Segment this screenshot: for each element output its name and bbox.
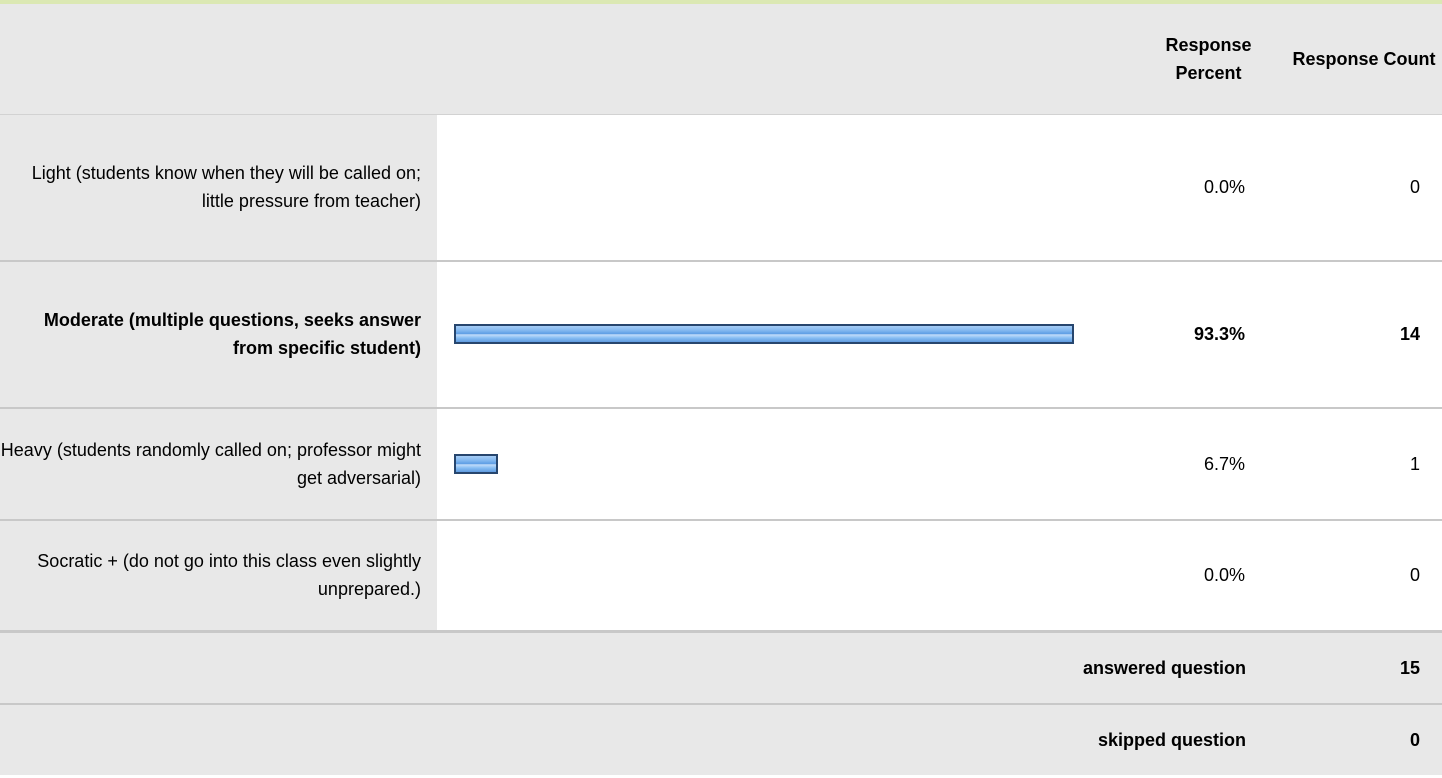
answer-row: Moderate (multiple questions, seeks answ… — [0, 259, 1442, 408]
response-percent-header: Response Percent — [1143, 4, 1286, 115]
table-header-row: Response Percent Response Count — [0, 4, 1442, 115]
skipped-question-label: skipped question — [0, 703, 1286, 775]
answer-percent: 0.0% — [1143, 518, 1286, 632]
answered-question-label: answered question — [0, 630, 1286, 704]
answer-count: 1 — [1286, 406, 1442, 520]
answer-row: Socratic + (do not go into this class ev… — [0, 518, 1442, 632]
answer-label: Socratic + (do not go into this class ev… — [0, 518, 437, 632]
answered-question-count: 15 — [1286, 630, 1442, 704]
results-table: Response Percent Response Count Light (s… — [0, 4, 1442, 775]
answer-count: 0 — [1286, 518, 1442, 632]
answer-percent: 0.0% — [1143, 114, 1286, 261]
answer-label: Moderate (multiple questions, seeks answ… — [0, 259, 437, 408]
skipped-question-count: 0 — [1286, 703, 1442, 775]
answer-label: Heavy (students randomly called on; prof… — [0, 406, 437, 520]
answer-count: 0 — [1286, 114, 1442, 261]
skipped-summary-row: skipped question 0 — [0, 703, 1442, 775]
response-bar — [454, 453, 498, 474]
answer-row: Light (students know when they will be c… — [0, 114, 1442, 261]
answer-row: Heavy (students randomly called on; prof… — [0, 406, 1442, 520]
survey-results-panel: Response Percent Response Count Light (s… — [0, 4, 1442, 775]
bar-cell — [437, 259, 1143, 408]
answer-percent: 6.7% — [1143, 406, 1286, 520]
bar-cell — [437, 114, 1143, 261]
answer-count: 14 — [1286, 259, 1442, 408]
answer-label: Light (students know when they will be c… — [0, 114, 437, 261]
bar-cell — [437, 406, 1143, 520]
bar-cell — [437, 518, 1143, 632]
response-bar — [454, 324, 1074, 344]
answered-summary-row: answered question 15 — [0, 630, 1442, 704]
answer-percent: 93.3% — [1143, 259, 1286, 408]
response-count-header: Response Count — [1286, 4, 1442, 115]
header-spacer — [0, 4, 1143, 115]
